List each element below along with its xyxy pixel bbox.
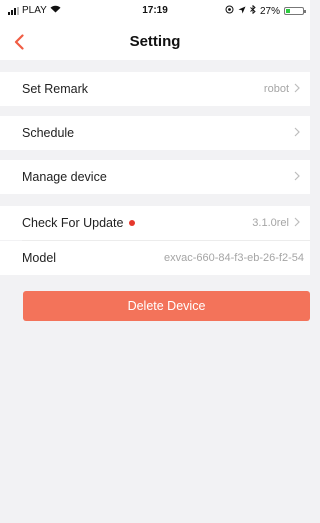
set-remark-label: Set Remark [22, 82, 88, 96]
model-row: Model exvac-660-84-f3-eb-26-f2-54 [0, 241, 310, 275]
navigation-arrow-icon [238, 6, 246, 17]
manage-device-row[interactable]: Manage device [0, 160, 310, 194]
delete-device-button[interactable]: Delete Device [23, 291, 310, 321]
chevron-right-icon [294, 170, 300, 184]
remark-value: robot [263, 83, 289, 95]
status-right: 27% [225, 4, 306, 17]
model-value: exvac-660-84-f3-eb-26-f2-54 [163, 252, 304, 264]
location-icon [225, 5, 234, 17]
set-remark-row[interactable]: Set Remark robot [0, 72, 310, 106]
schedule-label: Schedule [22, 126, 75, 140]
manage-device-label: Manage device [22, 170, 107, 184]
schedule-row[interactable]: Schedule [0, 116, 310, 150]
check-update-label: Check For Update [22, 216, 124, 230]
model-label: Model [22, 251, 57, 265]
chevron-right-icon [294, 82, 300, 96]
nav-bar: Setting [0, 22, 310, 60]
chevron-right-icon [294, 126, 300, 140]
battery-percent: 27% [259, 5, 280, 17]
update-badge-dot [129, 220, 136, 226]
check-update-row[interactable]: Check For Update 3.1.0rel [0, 206, 310, 240]
bluetooth-icon [250, 4, 256, 17]
chevron-right-icon [294, 216, 300, 230]
version-value: 3.1.0rel [252, 217, 289, 229]
battery-level [286, 9, 290, 13]
check-update-label-wrap: Check For Update [22, 216, 252, 230]
status-bar: PLAY 17:19 27% [0, 0, 310, 22]
page-title: Setting [129, 33, 181, 50]
battery-icon [284, 7, 306, 15]
